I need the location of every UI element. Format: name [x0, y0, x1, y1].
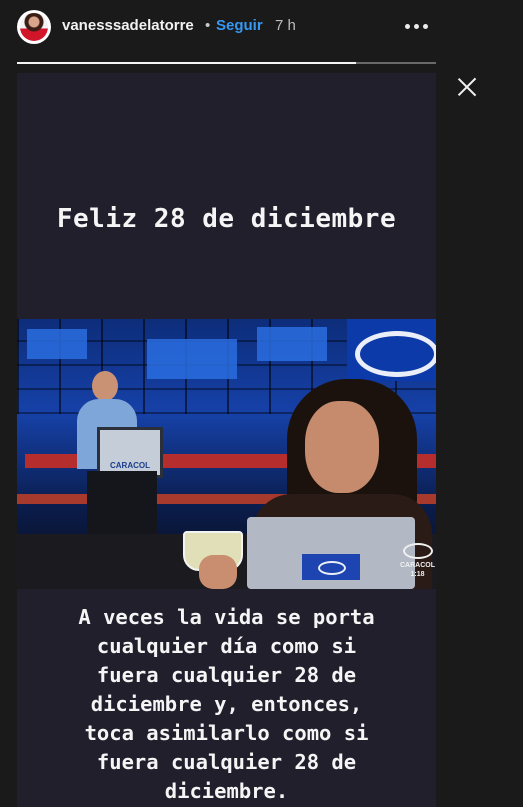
separator-dot: •	[205, 17, 211, 34]
caracol-logo-wall	[347, 319, 436, 381]
video-frame: CARACOL CARACOL 1:18	[17, 319, 436, 589]
story-progress-fill	[17, 62, 357, 64]
story-header: vanesssadelatorre • Seguir 7 h	[0, 0, 523, 58]
caption-line: diciembre.	[164, 779, 289, 803]
caption-line: fuera cualquier 28 de	[96, 750, 357, 774]
more-options-icon[interactable]	[402, 16, 430, 36]
follow-button[interactable]: Seguir	[216, 17, 263, 34]
caracol-laptop-logo	[302, 554, 360, 580]
caracol-watermark: CARACOL 1:18	[399, 541, 436, 589]
close-icon[interactable]	[456, 76, 478, 98]
caption-line: toca asimilarlo como si	[84, 721, 369, 745]
presenter-face	[305, 401, 379, 493]
timestamp: 7 h	[275, 17, 296, 34]
username[interactable]: vanesssadelatorre	[62, 17, 194, 34]
caption-line: cualquier día como si	[96, 634, 357, 658]
caption-line: fuera cualquier 28 de	[96, 663, 357, 687]
story-content[interactable]: Feliz 28 de diciembre CARACOL CARACOL 1:…	[17, 73, 436, 807]
avatar[interactable]	[17, 10, 51, 44]
avatar-image	[20, 13, 48, 41]
story-caption: A veces la vida se porta cualquier día c…	[17, 603, 436, 806]
background-anchor-head	[92, 371, 118, 401]
story-headline: Feliz 28 de diciembre	[56, 204, 397, 234]
caption-line: diciembre y, entonces,	[90, 692, 363, 716]
caption-line: A veces la vida se porta	[78, 605, 375, 629]
story-progress-bar	[17, 62, 436, 64]
